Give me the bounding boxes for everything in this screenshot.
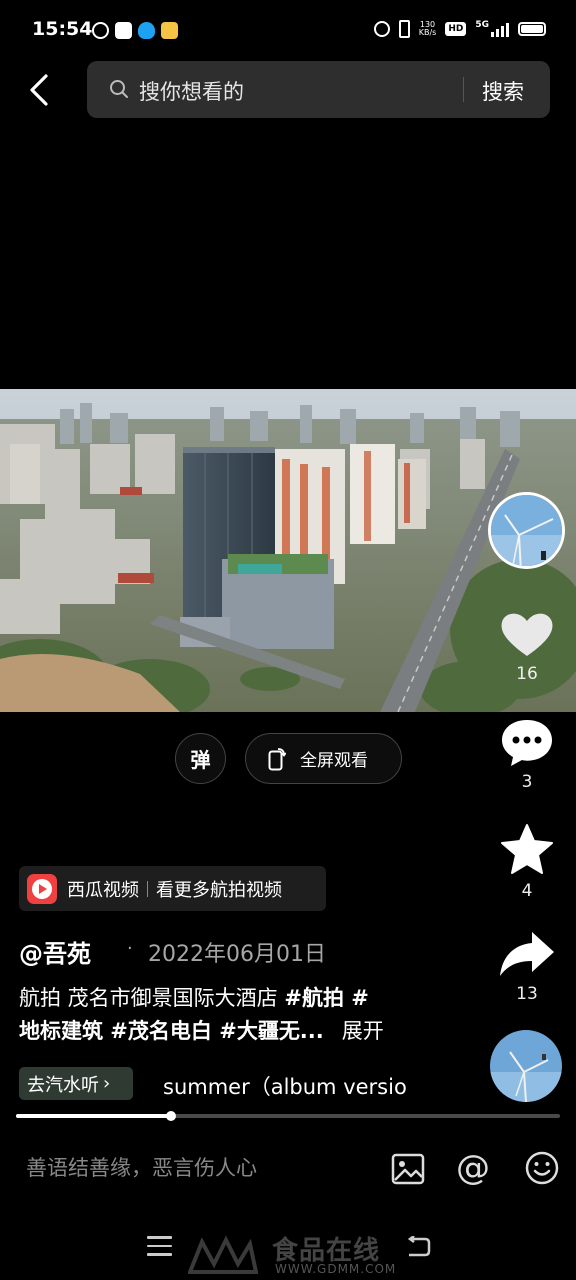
emoji-icon[interactable] [524,1150,560,1186]
status-bar: 15:54 130 KB/s HD 5G [0,0,576,56]
favorite-count: 4 [521,881,533,901]
fullscreen-label: 全屏观看 [300,751,368,771]
signal-icon [491,21,509,37]
search-icon [110,80,128,98]
network-label: 5G [475,20,489,30]
k-icon [92,22,109,39]
share-count: 13 [516,984,538,1004]
listen-on-qishui-button[interactable]: 去汽水听 › [19,1067,133,1100]
chevron-right-icon: › [103,1073,111,1094]
search-button[interactable]: 搜索 [482,76,524,106]
chevron-left-icon [30,74,48,106]
music-disc[interactable] [490,1030,562,1102]
author-name[interactable]: @吾苑 [19,934,91,969]
music-title[interactable]: summer（album versio [163,1071,407,1101]
search-bar[interactable]: 搜你想看的 搜索 [87,61,550,118]
author-avatar[interactable] [488,492,565,569]
source-tag[interactable]: 西瓜视频 看更多航拍视频 [19,866,326,911]
vibrate-icon [398,20,410,38]
expand-button[interactable]: 展开 [342,1019,384,1043]
share-button[interactable]: 13 [494,928,560,1004]
fullscreen-button[interactable]: 全屏观看 [245,733,402,784]
status-app-icons [92,22,178,39]
search-input[interactable]: 搜你想看的 [139,76,244,106]
back-nav-icon[interactable] [405,1236,431,1258]
comment-input[interactable]: 善语结善缘，恶言伤人心 [26,1152,257,1182]
m-icon [115,22,132,39]
source-more-link[interactable]: 看更多航拍视频 [156,876,282,902]
comment-count: 3 [521,772,533,792]
mention-button[interactable]: @ [456,1148,490,1188]
description-line-1: 航拍 茂名市御景国际大酒店 #航拍 # [19,982,369,1012]
battery-icon [518,22,546,36]
danmaku-button[interactable]: 弹 [175,733,226,784]
menu-icon[interactable] [147,1236,172,1256]
alarm-icon [373,21,390,37]
net-speed-unit: KB/s [418,28,437,37]
xigua-logo-icon [27,873,57,904]
like-button[interactable]: 16 [494,608,560,684]
source-divider [147,880,148,897]
image-icon[interactable] [391,1152,425,1186]
publish-date: 2022年06月01日 [148,942,326,967]
back-button[interactable] [24,70,60,110]
qq-icon [138,22,155,39]
video-frame-image [0,389,576,712]
share-arrow-icon [500,932,554,976]
listen-label: 去汽水听 [27,1074,99,1096]
description-text: 航拍 茂名市御景国际大酒店 [19,986,285,1010]
favorite-button[interactable]: 4 [494,823,560,901]
status-right: 130 KB/s HD 5G [373,20,546,38]
description-line-2: 地标建筑 #茂名电白 #大疆无... 展开 [19,1015,384,1045]
net-speed: 130 KB/s [419,21,437,37]
video-progress-bar[interactable] [16,1111,560,1121]
hashtag-link[interactable]: #航拍 # [284,986,369,1010]
watermark-url: WWW.GDMM.COM [275,1262,397,1276]
video-player[interactable] [0,389,576,712]
comment-button[interactable]: 3 [494,716,560,792]
hd-badge: HD [445,22,467,36]
search-divider [463,77,464,102]
watermark-logo-icon [188,1235,258,1274]
dot-separator: · [127,938,133,959]
source-name: 西瓜视频 [67,879,139,901]
music-disc-image [490,1030,562,1102]
status-time: 15:54 [32,18,93,40]
progress-fill [16,1114,172,1118]
like-count: 16 [516,664,538,684]
rotate-phone-icon [268,747,286,770]
hashtag-link[interactable]: 地标建筑 #茂名电白 #大疆无... [19,1019,324,1043]
comment-bubble-icon [502,720,552,766]
58-icon [161,22,178,39]
star-icon [501,824,553,874]
heart-icon [501,613,553,656]
progress-thumb[interactable] [166,1111,177,1121]
